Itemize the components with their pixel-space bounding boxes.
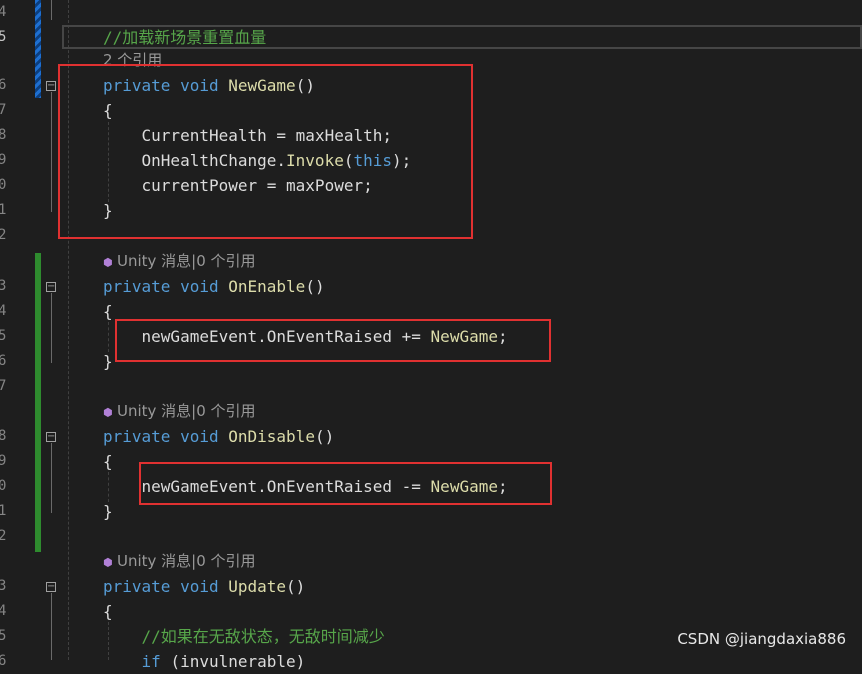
line-number: 5 <box>0 328 6 344</box>
codelens-references[interactable]: ⬢ Unity 消息|0 个引用 <box>103 249 256 274</box>
keyword: private <box>103 277 171 296</box>
saved-change-bar <box>35 253 41 552</box>
line-number: 4 <box>0 4 6 20</box>
code-line[interactable]: private void OnDisable() <box>103 424 334 449</box>
collapse-icon[interactable]: − <box>46 282 56 292</box>
keyword: if <box>141 652 161 671</box>
line-number: 6 <box>0 353 6 369</box>
comment: //加载新场景重置血量 <box>103 28 267 47</box>
code-line[interactable]: { <box>103 599 113 624</box>
line-number-current: 5 <box>0 29 6 45</box>
collapse-icon[interactable]: − <box>46 582 56 592</box>
keyword: private <box>103 427 171 446</box>
collapse-icon[interactable]: − <box>46 81 56 91</box>
code-line[interactable]: } <box>103 499 113 524</box>
line-number: 7 <box>0 378 6 394</box>
code-line[interactable]: //如果在无敌状态，无敌时间减少 <box>103 624 385 649</box>
codelens-text: Unity 消息|0 个引用 <box>117 252 256 270</box>
line-number: 0 <box>0 478 6 494</box>
line-number: 0 <box>0 177 6 193</box>
codelens-references[interactable]: ⬢ Unity 消息|0 个引用 <box>103 399 256 424</box>
line-number: 9 <box>0 152 6 168</box>
line-number: 6 <box>0 77 6 93</box>
line-number: 1 <box>0 202 6 218</box>
method-name: Update <box>228 577 287 596</box>
line-number: 5 <box>0 628 6 644</box>
line-number: 3 <box>0 278 6 294</box>
line-number: 7 <box>0 102 6 118</box>
codelens-references[interactable]: ⬢ Unity 消息|0 个引用 <box>103 549 256 574</box>
highlight-box-unsubscribe <box>139 462 552 505</box>
line-number: 8 <box>0 428 6 444</box>
code-line[interactable]: } <box>103 349 113 374</box>
keyword: void <box>180 277 219 296</box>
code-line[interactable]: private void Update() <box>103 574 305 599</box>
identifier: (invulnerable) <box>170 652 306 671</box>
keyword: void <box>180 577 219 596</box>
line-number: 1 <box>0 503 6 519</box>
keyword: void <box>180 427 219 446</box>
codelens-text: Unity 消息|0 个引用 <box>117 552 256 570</box>
method-name: OnEnable <box>228 277 306 296</box>
codelens-text: Unity 消息|0 个引用 <box>117 402 256 420</box>
line-number: 6 <box>0 653 6 669</box>
outline-line <box>51 593 52 660</box>
code-line[interactable]: { <box>103 299 113 324</box>
line-number: 4 <box>0 603 6 619</box>
unity-cube-icon: ⬢ <box>103 406 113 419</box>
line-number: 2 <box>0 528 6 544</box>
highlight-box-newgame-method <box>58 64 473 239</box>
line-number-gutter: 4 5 6 7 8 9 0 1 2 3 4 5 6 7 8 9 0 1 2 3 … <box>0 0 34 669</box>
line-number: 4 <box>0 303 6 319</box>
collapse-icon[interactable]: − <box>46 432 56 442</box>
outline-line <box>51 0 52 20</box>
line-number: 8 <box>0 127 6 143</box>
keyword: private <box>103 577 171 596</box>
method-name: OnDisable <box>228 427 315 446</box>
highlight-box-subscribe <box>115 319 551 362</box>
line-number: 2 <box>0 227 6 243</box>
outline-line <box>51 443 52 513</box>
unsaved-change-bar <box>35 0 41 98</box>
unity-cube-icon: ⬢ <box>103 256 113 269</box>
code-line[interactable]: if (invulnerable) <box>103 649 306 674</box>
line-number: 3 <box>0 578 6 594</box>
outline-line <box>51 293 52 363</box>
code-line[interactable]: //加载新场景重置血量 <box>103 25 266 50</box>
unity-cube-icon: ⬢ <box>103 556 113 569</box>
code-line[interactable]: private void OnEnable() <box>103 274 325 299</box>
csdn-watermark: CSDN @jiangdaxia886 <box>677 630 846 648</box>
code-line[interactable]: { <box>103 449 113 474</box>
line-number: 9 <box>0 453 6 469</box>
comment: //如果在无敌状态，无敌时间减少 <box>141 627 385 646</box>
outline-line <box>51 92 52 212</box>
